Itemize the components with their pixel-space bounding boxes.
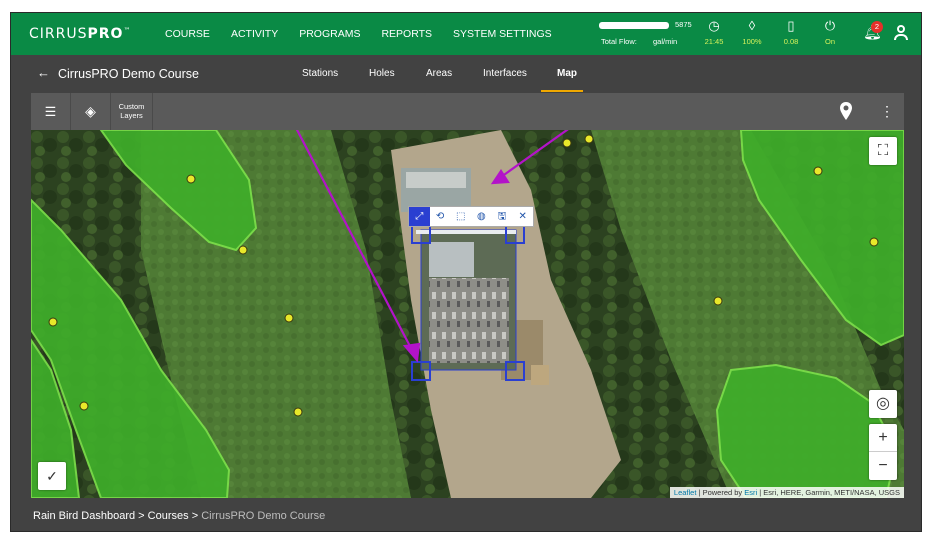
image-edit-toolbar: ⤢ ⟲ ⬚ ◍ 🖫 ✕ [408, 206, 534, 227]
water-budget-value: 100% [742, 37, 762, 46]
tab-interfaces[interactable]: Interfaces [483, 68, 527, 79]
satellite-imagery [31, 130, 904, 498]
more-options-icon[interactable]: ⋮ [880, 99, 894, 123]
rotate-icon[interactable]: ⟲ [430, 207, 451, 226]
locate-icon[interactable]: ◎ [869, 390, 897, 418]
draw-tool-icon[interactable]: ✓ [38, 462, 66, 490]
gauge-value: 0.08 [783, 37, 799, 46]
clock-icon: ◷ [708, 18, 720, 33]
tab-areas[interactable]: Areas [426, 68, 452, 79]
back-arrow-icon[interactable]: ← [37, 65, 50, 80]
gauge-icon: ▯ [787, 18, 795, 33]
breadcrumb: Rain Bird Dashboard > Courses > CirrusPR… [33, 510, 325, 522]
map-attribution: Leaflet | Powered by Esri | Esri, HERE, … [669, 487, 904, 498]
course-header: ← CirrusPRO Demo Course Stations Holes A… [11, 55, 921, 93]
nav-reports[interactable]: REPORTS [381, 13, 432, 55]
time-value: 21:45 [704, 37, 724, 46]
tab-holes[interactable]: Holes [369, 68, 395, 79]
opacity-icon[interactable]: ◍ [471, 207, 492, 226]
list-toggle-icon[interactable]: ☰ [31, 93, 71, 130]
power-status[interactable]: ⏻ On [815, 17, 845, 46]
water-budget-status[interactable]: ◊ 100% [737, 17, 767, 46]
fullscreen-icon[interactable]: ⛶ [869, 137, 897, 165]
tab-map[interactable]: Map [557, 68, 577, 79]
nav-programs[interactable]: PROGRAMS [299, 13, 360, 55]
zoom-control: + − [869, 424, 897, 480]
breadcrumb-sep-1: > [135, 510, 148, 522]
flow-label: Total Flow: [601, 37, 637, 46]
water-drop-icon: ◊ [748, 18, 756, 33]
course-map[interactable]: ⤢ ⟲ ⬚ ◍ 🖫 ✕ ⛶ ◎ + − ✓ Leaflet | Powered … [31, 130, 904, 498]
app-window: CIRRUSPRO™ COURSE ACTIVITY PROGRAMS REPO… [10, 12, 922, 532]
main-nav: COURSE ACTIVITY PROGRAMS REPORTS SYSTEM … [165, 13, 573, 55]
notification-badge: 2 [871, 21, 883, 33]
custom-layers-button[interactable]: Custom Layers [111, 93, 153, 130]
course-title: CirrusPRO Demo Course [58, 67, 200, 81]
flow-unit: gal/min [653, 37, 678, 46]
power-value: On [824, 37, 835, 46]
power-icon: ⏻ [824, 18, 836, 33]
nav-course[interactable]: COURSE [165, 13, 210, 55]
flow-bar [599, 22, 669, 29]
nav-activity[interactable]: ACTIVITY [231, 13, 278, 55]
breadcrumb-courses[interactable]: Courses [148, 510, 189, 522]
scale-icon[interactable]: ⬚ [450, 207, 471, 226]
user-icon[interactable] [892, 24, 910, 42]
map-toolbar: ☰ ◈ Custom Layers ⋮ [31, 93, 904, 130]
attribution-powered: | Powered by [696, 488, 745, 497]
leaflet-link[interactable]: Leaflet [674, 488, 697, 497]
distort-icon[interactable]: ⤢ [409, 207, 430, 226]
total-flow-indicator[interactable]: 5875 Total Flow: gal/min [599, 20, 692, 48]
close-icon[interactable]: ✕ [512, 207, 533, 226]
nav-system-settings[interactable]: SYSTEM SETTINGS [453, 13, 552, 55]
map-pin-icon[interactable] [839, 101, 853, 121]
breadcrumb-dashboard[interactable]: Rain Bird Dashboard [33, 510, 135, 522]
zoom-out-button[interactable]: − [869, 452, 897, 479]
zoom-in-button[interactable]: + [869, 424, 897, 452]
custom-layers-label-2: Layers [120, 111, 143, 120]
attribution-sources: | Esri, HERE, Garmin, METI/NASA, USGS [757, 488, 900, 497]
top-nav-bar: CIRRUSPRO™ COURSE ACTIVITY PROGRAMS REPO… [11, 13, 921, 55]
custom-layers-label-1: Custom [118, 102, 145, 111]
layers-icon[interactable]: ◈ [71, 93, 111, 130]
tab-stations[interactable]: Stations [302, 68, 338, 79]
gauge-status[interactable]: ▯ 0.08 [776, 17, 806, 46]
breadcrumb-sep-2: > [188, 510, 202, 522]
cirruspro-logo[interactable]: CIRRUSPRO™ [29, 26, 131, 42]
esri-link[interactable]: Esri [744, 488, 757, 497]
breadcrumb-current: CirrusPRO Demo Course [201, 510, 326, 522]
flow-value: 5875 [675, 20, 692, 29]
time-status[interactable]: ◷ 21:45 [699, 17, 729, 46]
active-tab-indicator [541, 90, 583, 92]
save-icon[interactable]: 🖫 [492, 207, 513, 226]
